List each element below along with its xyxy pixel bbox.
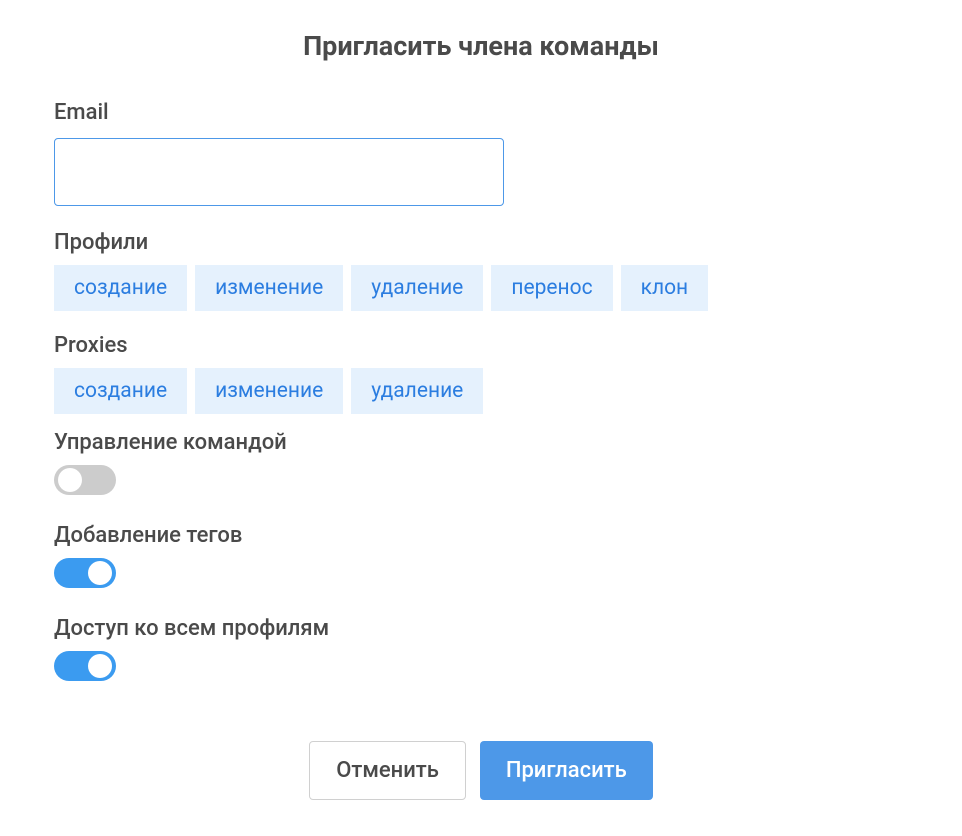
proxies-tag-create[interactable]: создание — [54, 368, 187, 414]
toggle-knob — [58, 468, 82, 492]
profiles-tag-create[interactable]: создание — [54, 265, 187, 311]
team-management-toggle[interactable] — [54, 465, 116, 495]
invite-button[interactable]: Пригласить — [480, 741, 653, 800]
all-profiles-access-toggle[interactable] — [54, 651, 116, 681]
add-tags-label: Добавление тегов — [54, 523, 908, 548]
email-section: Email — [54, 100, 908, 206]
team-management-section: Управление командой — [54, 430, 908, 499]
team-management-label: Управление командой — [54, 430, 908, 455]
profiles-tag-row: создание изменение удаление перенос клон — [54, 265, 908, 311]
add-tags-toggle[interactable] — [54, 558, 116, 588]
email-input[interactable] — [54, 138, 504, 206]
toggle-knob — [88, 654, 112, 678]
profiles-section: Профили создание изменение удаление пере… — [54, 230, 908, 311]
email-label: Email — [54, 100, 908, 125]
proxies-tag-row: создание изменение удаление — [54, 368, 908, 414]
profiles-tag-edit[interactable]: изменение — [195, 265, 343, 311]
all-profiles-access-label: Доступ ко всем профилям — [54, 616, 908, 641]
profiles-tag-clone[interactable]: клон — [621, 265, 709, 311]
add-tags-section: Добавление тегов — [54, 523, 908, 592]
button-row: Отменить Пригласить — [54, 741, 908, 800]
profiles-tag-delete[interactable]: удаление — [351, 265, 483, 311]
proxies-section: Proxies создание изменение удаление — [54, 333, 908, 414]
dialog-title: Пригласить члена команды — [54, 30, 908, 62]
cancel-button[interactable]: Отменить — [309, 741, 466, 800]
profiles-label: Профили — [54, 230, 908, 255]
proxies-tag-edit[interactable]: изменение — [195, 368, 343, 414]
proxies-tag-delete[interactable]: удаление — [351, 368, 483, 414]
profiles-tag-transfer[interactable]: перенос — [491, 265, 612, 311]
all-profiles-access-section: Доступ ко всем профилям — [54, 616, 908, 685]
toggle-knob — [88, 561, 112, 585]
proxies-label: Proxies — [54, 333, 908, 358]
